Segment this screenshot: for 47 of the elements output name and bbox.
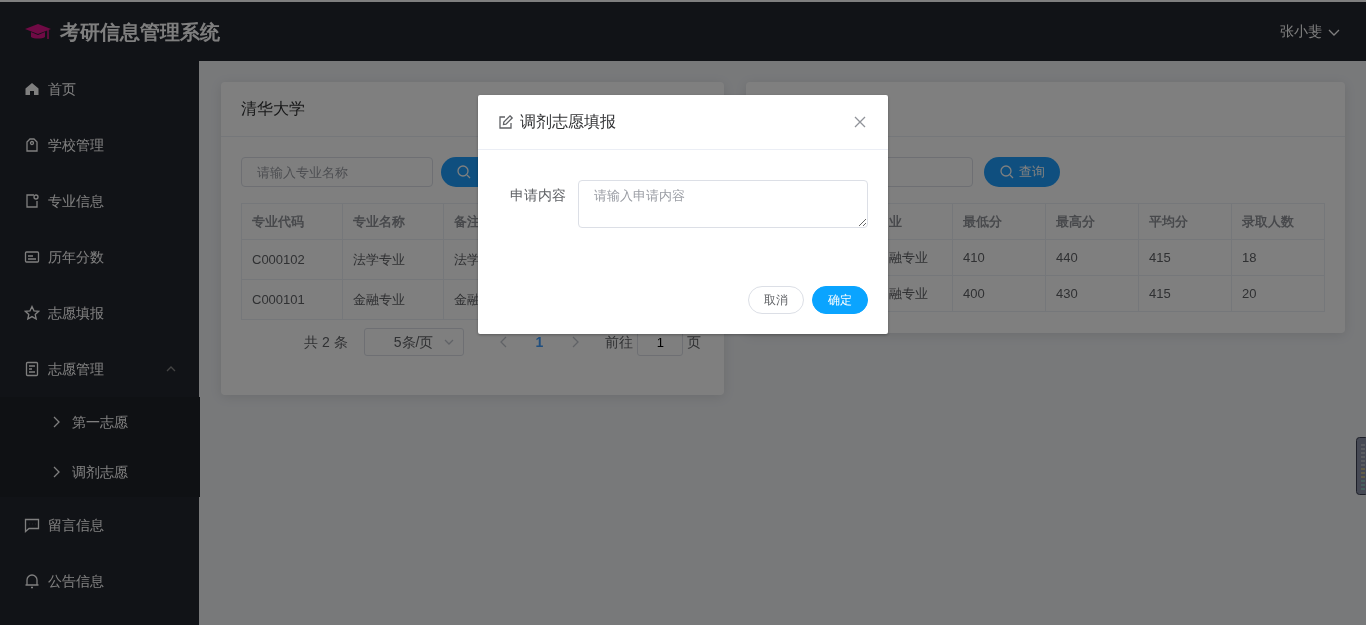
sidebar-item[interactable]: 专业信息 xyxy=(0,173,199,229)
table-cell: C000102 xyxy=(241,239,343,280)
message-icon xyxy=(24,517,40,533)
page-size-select[interactable]: 5条/页 xyxy=(363,328,464,356)
edit-icon xyxy=(498,114,514,130)
cancel-button[interactable]: 取消 xyxy=(748,286,804,314)
card-icon xyxy=(24,249,40,265)
dialog-title: 调剂志愿填报 xyxy=(520,112,617,132)
tag-icon xyxy=(24,137,40,153)
table-cell: 18 xyxy=(1231,239,1325,276)
table-cell: 430 xyxy=(1045,275,1139,312)
table-cell: C000101 xyxy=(241,279,343,320)
graduation-cap-icon xyxy=(24,21,52,42)
table-cell: 415 xyxy=(1138,275,1232,312)
bell-icon xyxy=(24,573,40,589)
list-icon xyxy=(24,361,40,377)
sidebar-subitem[interactable]: 调剂志愿 xyxy=(0,447,200,497)
side-handle-icon[interactable] xyxy=(1356,437,1366,495)
table-cell: 415 xyxy=(1138,239,1232,276)
table-cell: 410 xyxy=(952,239,1046,276)
search-icon xyxy=(999,164,1015,180)
page-suffix: 页 xyxy=(687,332,702,352)
table-cell: 金融专业 xyxy=(342,279,444,320)
text-area[interactable]: 请输入申请内容 xyxy=(578,180,868,228)
table-cell: 20 xyxy=(1231,275,1325,312)
total-count: 共 2 条 xyxy=(304,332,348,352)
home-icon xyxy=(24,81,40,97)
app-title: 考研信息管理系统 xyxy=(60,19,220,45)
confirm-button[interactable]: 确定 xyxy=(812,286,868,314)
search-icon xyxy=(456,164,472,180)
star-icon xyxy=(24,305,40,321)
sidebar-item[interactable]: 公告信息 xyxy=(0,553,199,609)
goto-label: 前往 xyxy=(605,332,634,352)
sidebar-item[interactable]: 志愿填报 xyxy=(0,285,199,341)
document-icon xyxy=(24,193,40,209)
user-menu[interactable]: 张小斐 xyxy=(1280,21,1342,42)
table-cell: 法学专业 xyxy=(342,239,444,280)
sidebar-item[interactable]: 志愿管理 xyxy=(0,341,199,397)
close-icon[interactable] xyxy=(852,114,868,130)
sidebar-item[interactable]: 首页 xyxy=(0,61,199,117)
sidebar-item[interactable]: 学校管理 xyxy=(0,117,199,173)
field-label: 申请内容 xyxy=(510,186,566,205)
table-cell: 400 xyxy=(952,275,1046,312)
sidebar-item[interactable]: 历年分数 xyxy=(0,229,199,285)
sidebar-subitem[interactable]: 第一志愿 xyxy=(0,397,200,447)
sidebar-item[interactable]: 留言信息 xyxy=(0,497,199,553)
table-cell: 440 xyxy=(1045,239,1139,276)
